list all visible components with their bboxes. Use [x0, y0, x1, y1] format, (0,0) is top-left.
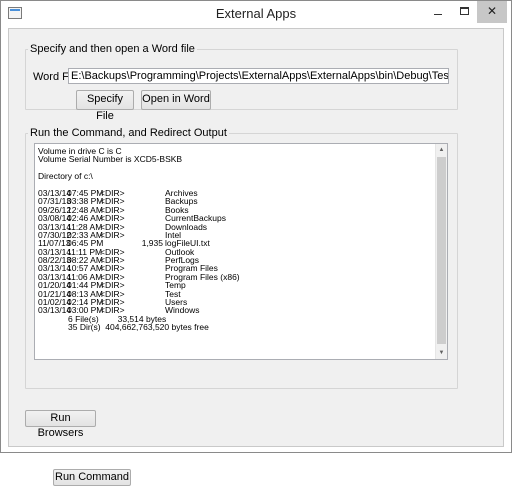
word-file-group-label: Specify and then open a Word file: [28, 43, 197, 55]
maximize-button[interactable]: [451, 1, 477, 23]
entry-date: 03/13/14: [38, 305, 72, 316]
scroll-down-arrow-icon[interactable]: ▼: [436, 347, 447, 359]
title-bar[interactable]: External Apps ✕: [1, 1, 511, 28]
form-client-area: Specify and then open a Word file Word F…: [8, 28, 504, 486]
entry-name: Windows: [165, 305, 200, 316]
run-browsers-button[interactable]: Run Browsers: [25, 410, 96, 439]
specify-file-button[interactable]: Specify File: [76, 90, 134, 122]
word-file-path-input[interactable]: E:\Backups\Programming\Projects\External…: [68, 68, 449, 84]
close-button[interactable]: ✕: [477, 1, 507, 23]
scroll-up-arrow-icon[interactable]: ▲: [436, 144, 447, 156]
output-header-line: Directory of c:\: [38, 171, 93, 182]
word-file-groupbox: Specify and then open a Word file Word F…: [25, 43, 458, 122]
output-header-line: Volume Serial Number is XCD5-BSKB: [38, 154, 183, 165]
scroll-thumb[interactable]: [437, 157, 446, 344]
entry-type: <DIR>: [100, 229, 125, 240]
app-window: External Apps ✕ Specify and then open a …: [0, 0, 512, 486]
output-vertical-scrollbar[interactable]: ▲ ▼: [435, 144, 447, 359]
entry-size: 1,935: [141, 238, 163, 249]
output-header-line: [38, 164, 430, 172]
command-output-text: Volume in drive C is C Volume Serial Numb…: [38, 147, 430, 332]
command-output-textbox[interactable]: Volume in drive C is C Volume Serial Numb…: [34, 143, 448, 360]
close-icon: ✕: [486, 4, 498, 18]
command-group-label: Run the Command, and Redirect Output: [28, 127, 229, 139]
output-summary-line: 35 Dir(s) 404,662,763,520 bytes free: [68, 322, 209, 333]
minimize-button[interactable]: [425, 1, 451, 23]
maximize-icon: [460, 7, 469, 15]
open-in-word-button[interactable]: Open in Word: [141, 90, 211, 110]
minimize-icon: [434, 14, 442, 15]
run-command-button[interactable]: Run Command: [53, 469, 131, 486]
command-groupbox: Run the Command, and Redirect Output Vol…: [25, 127, 458, 486]
